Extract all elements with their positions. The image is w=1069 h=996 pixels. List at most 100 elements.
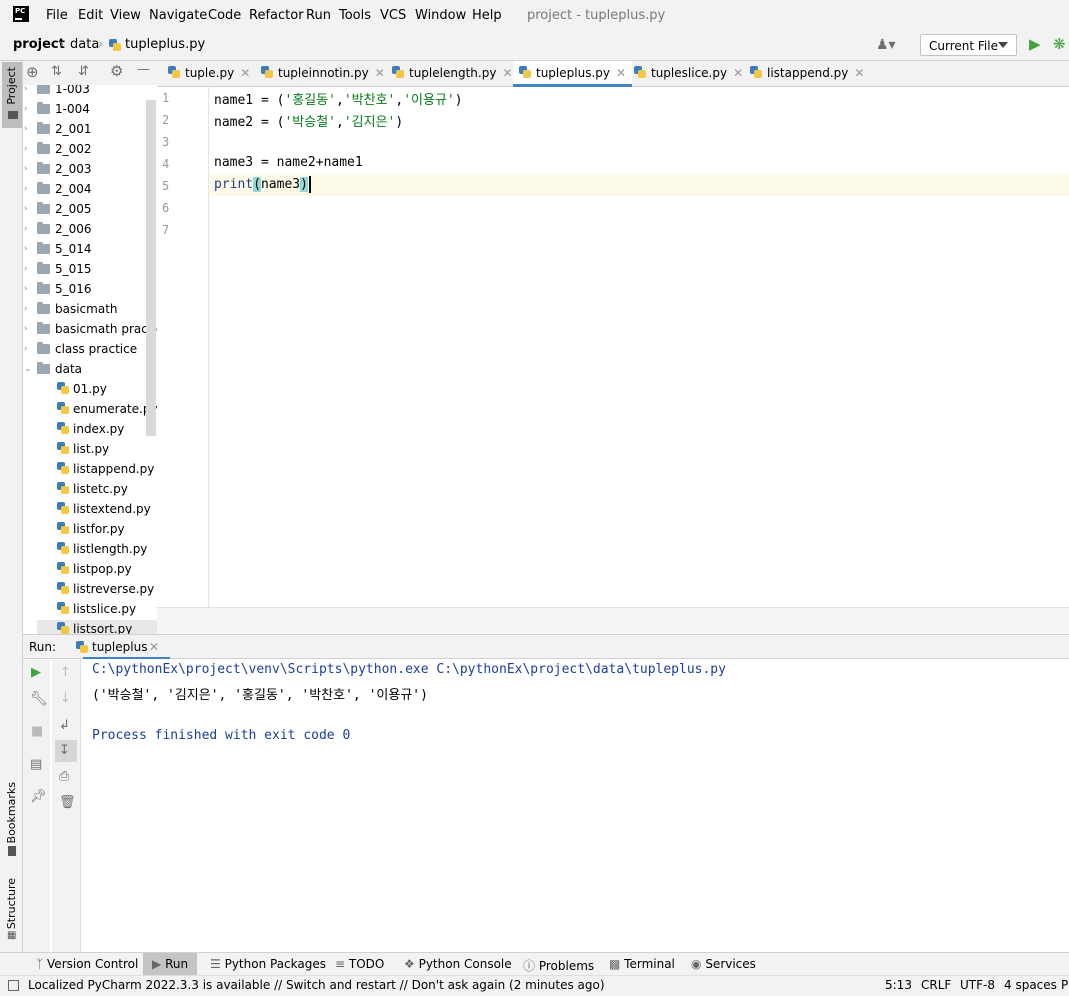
problems-tab[interactable]: ⓘ Problems	[523, 957, 594, 974]
trash-icon[interactable]: 🗑︎	[59, 796, 76, 810]
chevron-right-icon[interactable]: ›	[24, 140, 28, 158]
collapse-all-icon[interactable]: ⇵	[78, 65, 89, 79]
layout-icon[interactable]: ▤	[30, 758, 42, 772]
code-line-5[interactable]: print(name3)	[214, 177, 308, 192]
menu-code[interactable]: Code	[208, 8, 241, 23]
arrow-up-icon[interactable]: ↑	[60, 666, 71, 680]
chevron-right-icon[interactable]: ›	[24, 100, 28, 118]
close-icon[interactable]: ✕	[502, 66, 512, 80]
run-tool-tab[interactable]: ▶ Run	[152, 957, 188, 971]
arrow-down-icon[interactable]: ↓	[60, 692, 71, 706]
tab-tuplelength[interactable]: tuplelength.py ✕	[386, 61, 519, 87]
menu-navigate[interactable]: Navigate	[149, 8, 207, 23]
project-tool-tab[interactable]: Project	[2, 62, 22, 128]
tab-listappend[interactable]: listappend.py ✕	[744, 61, 870, 87]
chevron-down-icon[interactable]: ⌄	[24, 360, 32, 378]
code-line-4[interactable]: name3 = name2+name1	[214, 155, 363, 170]
tab-tuple[interactable]: tuple.py ✕	[162, 61, 256, 87]
hide-icon[interactable]: —	[137, 63, 150, 77]
tree-folder-item[interactable]: › 2_002	[24, 140, 92, 160]
tree-folder-item[interactable]: ⌄ data	[24, 360, 82, 380]
debug-icon[interactable]: ❋	[1053, 35, 1066, 53]
chevron-right-icon[interactable]: ›	[24, 260, 28, 278]
menu-run[interactable]: Run	[306, 8, 331, 23]
tree-folder-item[interactable]: › 5_015	[24, 260, 92, 280]
tree-file-item[interactable]: listextend.py	[57, 500, 151, 520]
tree-folder-item[interactable]: › 1-003	[24, 85, 90, 100]
code-line-1[interactable]: name1 = ('홍길동','박찬호','이용규')	[214, 89, 463, 108]
code-line-2[interactable]: name2 = ('박승철','김지은')	[214, 111, 403, 130]
tree-file-item[interactable]: listreverse.py	[57, 580, 154, 600]
tree-file-item[interactable]: listpop.py	[57, 560, 132, 580]
tab-tupleplus[interactable]: tupleplus.py ✕	[513, 61, 633, 87]
menu-view[interactable]: View	[110, 8, 141, 23]
python-packages-tab[interactable]: ☰ Python Packages	[210, 957, 326, 971]
tree-file-item[interactable]: listetc.py	[57, 480, 128, 500]
print-icon[interactable]: ⎙	[59, 770, 69, 784]
menu-file[interactable]: File	[46, 8, 68, 23]
tree-folder-item[interactable]: › basicmath practice	[24, 320, 157, 340]
tab-tupleslice[interactable]: tupleslice.py ✕	[628, 61, 749, 87]
tree-file-item[interactable]: listlength.py	[57, 540, 147, 560]
chevron-right-icon[interactable]: ›	[24, 85, 28, 98]
close-icon[interactable]: ✕	[854, 66, 864, 80]
chevron-right-icon[interactable]: ›	[24, 120, 28, 138]
chevron-right-icon[interactable]: ›	[24, 340, 28, 358]
wrench-icon[interactable]: 🔧︎	[30, 692, 48, 706]
tree-file-item[interactable]: listsort.py	[37, 620, 157, 635]
python-console-tab[interactable]: ❖ Python Console	[404, 957, 512, 971]
stop-icon[interactable]: ■	[31, 725, 43, 739]
chevron-right-icon[interactable]: ›	[24, 200, 28, 218]
tree-folder-item[interactable]: › 2_006	[24, 220, 92, 240]
close-icon[interactable]: ✕	[616, 66, 626, 80]
menu-edit[interactable]: Edit	[78, 8, 103, 23]
menu-vcs[interactable]: VCS	[380, 8, 406, 23]
menu-refactor[interactable]: Refactor	[249, 8, 304, 23]
tree-folder-item[interactable]: › 2_001	[24, 120, 92, 140]
menu-window[interactable]: Window	[415, 8, 466, 23]
close-icon[interactable]: ✕	[375, 66, 385, 80]
expand-all-icon[interactable]: ⇅	[51, 65, 62, 79]
terminal-tab[interactable]: ▩ Terminal	[609, 957, 675, 971]
tree-file-item[interactable]: 01.py	[57, 380, 107, 400]
toggle-tool-windows-icon[interactable]	[8, 980, 19, 991]
user-icon[interactable]: ♟▾	[876, 37, 896, 53]
tree-file-item[interactable]: enumerate.py	[57, 400, 157, 420]
pin-icon[interactable]: 📌︎	[30, 790, 47, 804]
chevron-right-icon[interactable]: ›	[24, 220, 28, 238]
indent-setting[interactable]: 4 spaces	[1004, 978, 1057, 992]
chevron-right-icon[interactable]: ›	[24, 160, 28, 178]
chevron-right-icon[interactable]: ›	[24, 240, 28, 258]
tree-file-item[interactable]: listslice.py	[57, 600, 136, 620]
close-icon[interactable]: ✕	[149, 640, 159, 654]
run-icon[interactable]: ▶	[1029, 35, 1041, 53]
tree-folder-item[interactable]: › 1-004	[24, 100, 90, 120]
tree-file-item[interactable]: list.py	[57, 440, 109, 460]
breadcrumb-project[interactable]: project	[13, 37, 65, 52]
tree-folder-item[interactable]: › 5_016	[24, 280, 92, 300]
tree-file-item[interactable]: index.py	[57, 420, 124, 440]
tab-tupleinnotin[interactable]: tupleinnotin.py ✕	[255, 61, 391, 87]
tree-folder-item[interactable]: › 5_014	[24, 240, 92, 260]
run-tab-tupleplus[interactable]: tupleplus	[92, 640, 147, 654]
close-icon[interactable]: ✕	[733, 66, 743, 80]
tree-folder-item[interactable]: › 2_004	[24, 180, 92, 200]
gear-icon[interactable]: ⚙	[110, 64, 123, 79]
version-control-tab[interactable]: ᛉ Version Control	[36, 957, 138, 971]
caret-position[interactable]: 5:13	[885, 978, 912, 992]
tree-folder-item[interactable]: › 2_003	[24, 160, 92, 180]
chevron-right-icon[interactable]: ›	[24, 320, 28, 338]
tree-file-item[interactable]: listfor.py	[57, 520, 125, 540]
tree-folder-item[interactable]: › basicmath	[24, 300, 118, 320]
run-configuration-select[interactable]: Current File	[920, 34, 1017, 56]
soft-wrap-icon[interactable]: ↲	[59, 719, 70, 733]
tree-file-item[interactable]: listappend.py	[57, 460, 154, 480]
breadcrumb-data[interactable]: data	[70, 37, 99, 52]
chevron-right-icon[interactable]: ›	[24, 280, 28, 298]
interpreter-indicator[interactable]: P	[1061, 978, 1068, 992]
chevron-right-icon[interactable]: ›	[24, 300, 28, 318]
tree-folder-item[interactable]: › 2_005	[24, 200, 92, 220]
menu-tools[interactable]: Tools	[339, 8, 371, 23]
services-tab[interactable]: ◉ Services	[691, 957, 756, 971]
tree-folder-item[interactable]: › class practice	[24, 340, 137, 360]
